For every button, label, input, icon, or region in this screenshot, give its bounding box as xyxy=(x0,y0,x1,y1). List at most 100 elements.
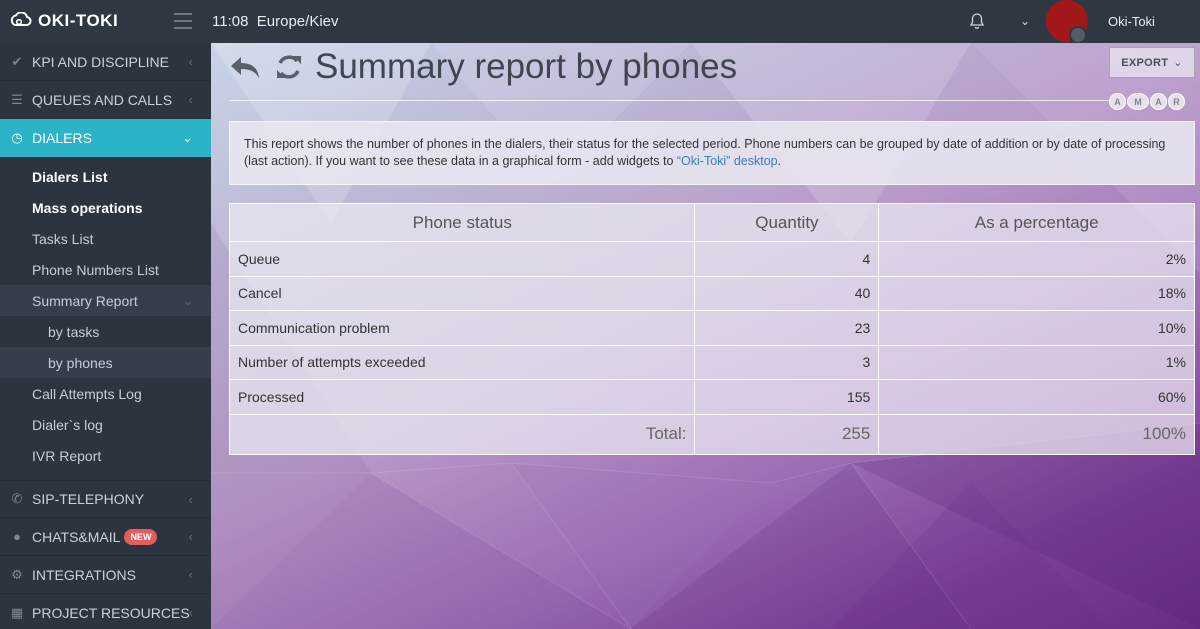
column-header-quantity[interactable]: Quantity xyxy=(694,203,880,242)
table-header-row: Phone status Quantity As a percentage xyxy=(228,203,1195,242)
export-button[interactable]: EXPORT ⌄ xyxy=(1109,47,1195,78)
percent-cell: 1% xyxy=(878,344,1195,380)
clock-time: 11:08 xyxy=(212,13,249,30)
role-badge[interactable]: A xyxy=(1150,93,1167,110)
refresh-icon[interactable] xyxy=(275,53,303,81)
sidebar-item-label: CHATS&MAIL xyxy=(32,528,121,545)
percent-cell: 2% xyxy=(878,241,1195,277)
user-name[interactable]: Oki-Toki xyxy=(1108,14,1155,29)
table-row: Communication problem 23 10% xyxy=(228,310,1195,346)
sidebar-item-queues[interactable]: ☰ QUEUES AND CALLS ‹ xyxy=(0,81,211,119)
sidebar-item-kpi[interactable]: ✔ KPI AND DISCIPLINE ‹ xyxy=(0,43,211,81)
desktop-link[interactable]: “Oki-Toki” desktop xyxy=(677,154,778,168)
total-label: Total: xyxy=(228,413,696,455)
report-table: Phone status Quantity As a percentage Qu… xyxy=(228,203,1195,455)
clock-timezone: Europe/Kiev xyxy=(256,13,339,30)
percent-cell: 60% xyxy=(878,379,1195,415)
menu-toggle-icon[interactable] xyxy=(174,13,192,29)
logo-text: OKI-TOKI xyxy=(38,11,119,30)
column-header-status[interactable]: Phone status xyxy=(228,203,696,242)
table-row: Number of attempts exceeded 3 1% xyxy=(228,344,1195,380)
logo[interactable]: OKI-TOKI xyxy=(10,11,118,31)
list-icon: ☰ xyxy=(11,91,23,107)
status-cell: Queue xyxy=(228,241,696,277)
status-cell: Communication problem xyxy=(228,310,696,346)
chevron-down-icon: ⌄ xyxy=(182,293,193,308)
clock: 11:08 Europe/Kiev xyxy=(212,13,339,30)
sidebar-subitem-mass-operations[interactable]: Mass operations xyxy=(0,192,211,223)
percent-cell: 10% xyxy=(878,310,1195,346)
sidebar-item-label: SIP-TELEPHONY xyxy=(32,491,145,507)
sidebar-subitem-by-phones[interactable]: by phones xyxy=(0,347,211,378)
sidebar-subitem-label: Summary Report xyxy=(32,292,138,309)
chevron-left-icon: ‹ xyxy=(188,529,193,544)
sidebar-subitem-by-tasks[interactable]: by tasks xyxy=(0,316,211,347)
total-percent: 100% xyxy=(878,413,1195,455)
sidebar-subitem-call-attempts-log[interactable]: Call Attempts Log xyxy=(0,378,211,409)
sidebar-item-label: INTEGRATIONS xyxy=(32,566,136,583)
quantity-cell: 23 xyxy=(694,310,880,346)
chevron-down-icon: ⌄ xyxy=(182,130,193,145)
sidebar-item-label: KPI AND DISCIPLINE xyxy=(32,53,169,70)
sidebar-item-project-resources[interactable]: ▦ PROJECT RESOURCES ‹ xyxy=(0,594,211,629)
quantity-cell: 3 xyxy=(694,344,880,380)
title-row: Summary report by phones xyxy=(229,47,737,87)
status-dot xyxy=(1069,26,1087,44)
logo-icon xyxy=(10,12,32,26)
sidebar-subitem-summary-report[interactable]: Summary Report ⌄ xyxy=(0,285,211,316)
chevron-down-icon[interactable]: ⌄ xyxy=(1020,14,1030,28)
sidebar-subitem-dialers-log[interactable]: Dialer`s log xyxy=(0,409,211,440)
info-box: This report shows the number of phones i… xyxy=(229,121,1195,185)
chevron-left-icon: ‹ xyxy=(188,567,193,582)
chevron-left-icon: ‹ xyxy=(188,605,193,620)
sidebar-subitem-dialers-list[interactable]: Dialers List xyxy=(0,161,211,192)
total-row: Total: 255 100% xyxy=(228,413,1195,455)
gears-icon: ⚙ xyxy=(11,566,23,582)
quantity-cell: 4 xyxy=(694,241,880,277)
quantity-cell: 40 xyxy=(694,275,880,311)
sidebar-item-label: QUEUES AND CALLS xyxy=(32,91,173,108)
sidebar-item-chats-mail[interactable]: ● CHATS&MAIL NEW ‹ xyxy=(0,518,211,556)
column-header-percentage[interactable]: As a percentage xyxy=(878,203,1195,242)
info-tail: . xyxy=(777,154,782,168)
role-badges: A M A R xyxy=(1109,93,1185,110)
sidebar-item-label: DIALERS xyxy=(32,130,92,146)
export-label: EXPORT xyxy=(1121,56,1169,69)
table-row: Processed 155 60% xyxy=(228,379,1195,415)
sidebar-item-label: PROJECT RESOURCES xyxy=(32,604,190,621)
status-cell: Cancel xyxy=(228,275,696,311)
role-badge[interactable]: R xyxy=(1168,93,1185,110)
status-cell: Number of attempts exceeded xyxy=(228,344,696,380)
new-badge: NEW xyxy=(124,528,158,545)
chevron-left-icon: ‹ xyxy=(188,492,193,507)
table-row: Queue 4 2% xyxy=(228,241,1195,277)
top-bar: OKI-TOKI 11:08 Europe/Kiev ⌄ Oki-Toki xyxy=(0,0,1200,44)
status-cell: Processed xyxy=(228,379,696,415)
chevron-left-icon: ‹ xyxy=(188,92,193,107)
main-content: Summary report by phones EXPORT ⌄ A M A … xyxy=(211,43,1200,629)
page-title: Summary report by phones xyxy=(315,47,738,86)
chevron-left-icon: ‹ xyxy=(188,54,193,69)
sidebar-subitem-tasks-list[interactable]: Tasks List xyxy=(0,223,211,254)
role-badge[interactable]: A xyxy=(1109,93,1126,110)
check-icon: ✔ xyxy=(11,53,23,69)
role-badge[interactable]: M xyxy=(1127,93,1149,110)
sidebar-subitem-ivr-report[interactable]: IVR Report xyxy=(0,440,211,471)
grid-icon: ▦ xyxy=(10,604,24,620)
chevron-down-icon: ⌄ xyxy=(1173,57,1183,69)
clock-icon: ◷ xyxy=(11,130,23,145)
sidebar-subitem-phone-numbers-list[interactable]: Phone Numbers List xyxy=(0,254,211,285)
phone-icon: ✆ xyxy=(11,491,23,506)
title-divider xyxy=(229,100,1109,101)
quantity-cell: 155 xyxy=(694,379,880,415)
table-row: Cancel 40 18% xyxy=(228,275,1195,311)
total-quantity: 255 xyxy=(694,413,880,455)
chat-icon: ● xyxy=(13,529,21,544)
sidebar-item-sip-telephony[interactable]: ✆ SIP-TELEPHONY ‹ xyxy=(0,480,211,518)
back-icon[interactable] xyxy=(229,54,261,80)
sidebar-item-dialers[interactable]: ◷ DIALERS ⌄ xyxy=(0,119,211,157)
percent-cell: 18% xyxy=(878,275,1195,311)
bell-icon[interactable] xyxy=(969,12,985,35)
sidebar: ✔ KPI AND DISCIPLINE ‹ ☰ QUEUES AND CALL… xyxy=(0,43,211,629)
sidebar-item-integrations[interactable]: ⚙ INTEGRATIONS ‹ xyxy=(0,556,211,594)
